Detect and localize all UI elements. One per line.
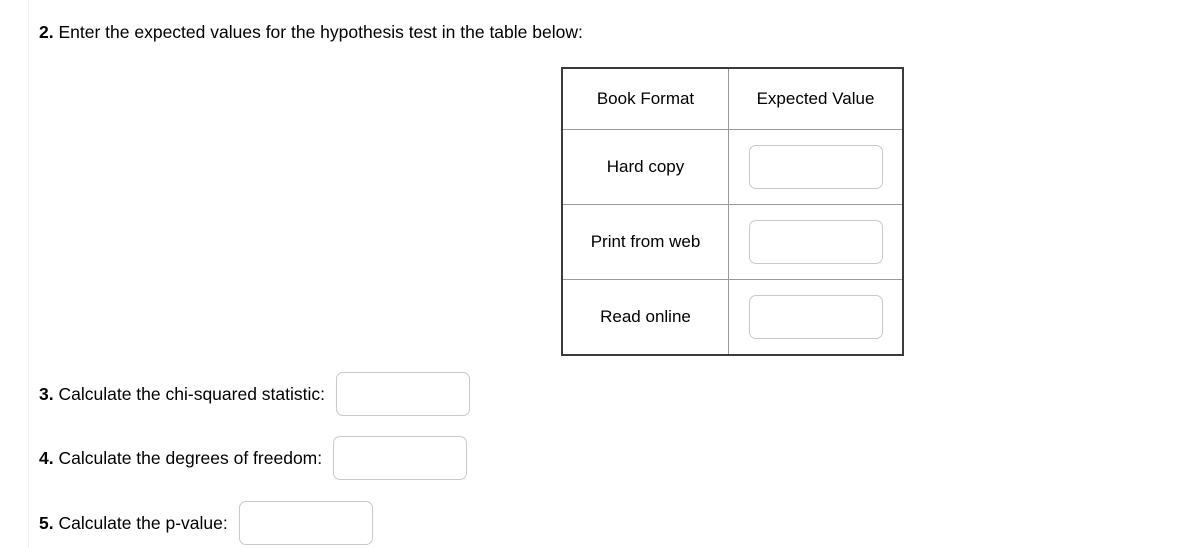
question-2-text: Enter the expected values for the hypoth… (58, 22, 583, 42)
expected-values-table-wrapper: Book Format Expected Value Hard copy Pri… (561, 67, 904, 356)
expected-value-cell-read-online (728, 279, 904, 356)
row-label-read-online: Read online (561, 279, 729, 356)
question-3-text: Calculate the chi-squared statistic: (58, 384, 326, 404)
expected-value-input-read-online[interactable] (748, 295, 883, 339)
expected-value-input-print-from-web[interactable] (748, 220, 883, 264)
table-row: Print from web (561, 204, 904, 280)
expected-value-cell-hard-copy (728, 129, 904, 205)
page-margin-rule (28, 0, 29, 548)
row-label-print-from-web: Print from web (561, 204, 729, 280)
question-5-text: Calculate the p-value: (58, 513, 228, 533)
expected-value-input-hard-copy[interactable] (748, 145, 883, 189)
row-label-hard-copy: Hard copy (561, 129, 729, 205)
question-2-number: 2. (39, 22, 54, 42)
p-value-input[interactable] (238, 501, 373, 545)
question-4-text: Calculate the degrees of freedom: (58, 448, 323, 468)
table-row: Read online (561, 279, 904, 356)
worksheet-page: 2. Enter the expected values for the hyp… (0, 0, 1200, 548)
question-4-number: 4. (39, 448, 54, 468)
question-5-label: 5. Calculate the p-value: (39, 511, 228, 535)
table-header-expected-value: Expected Value (728, 67, 904, 130)
degrees-of-freedom-input[interactable] (333, 436, 468, 480)
question-3-number: 3. (39, 384, 54, 404)
table-header-book-format: Book Format (561, 67, 729, 130)
expected-value-cell-print-from-web (728, 204, 904, 280)
expected-values-table: Book Format Expected Value Hard copy Pri… (561, 67, 904, 356)
question-5-number: 5. (39, 513, 54, 533)
chi-squared-statistic-input[interactable] (336, 372, 471, 416)
question-4-row: 4. Calculate the degrees of freedom: (39, 436, 468, 480)
question-3-label: 3. Calculate the chi-squared statistic: (39, 382, 325, 406)
question-3-row: 3. Calculate the chi-squared statistic: (39, 372, 471, 416)
table-row: Hard copy (561, 129, 904, 205)
question-4-label: 4. Calculate the degrees of freedom: (39, 446, 322, 470)
question-2-heading: 2. Enter the expected values for the hyp… (39, 20, 583, 44)
table-header-row: Book Format Expected Value (561, 67, 904, 130)
question-5-row: 5. Calculate the p-value: (39, 501, 373, 545)
